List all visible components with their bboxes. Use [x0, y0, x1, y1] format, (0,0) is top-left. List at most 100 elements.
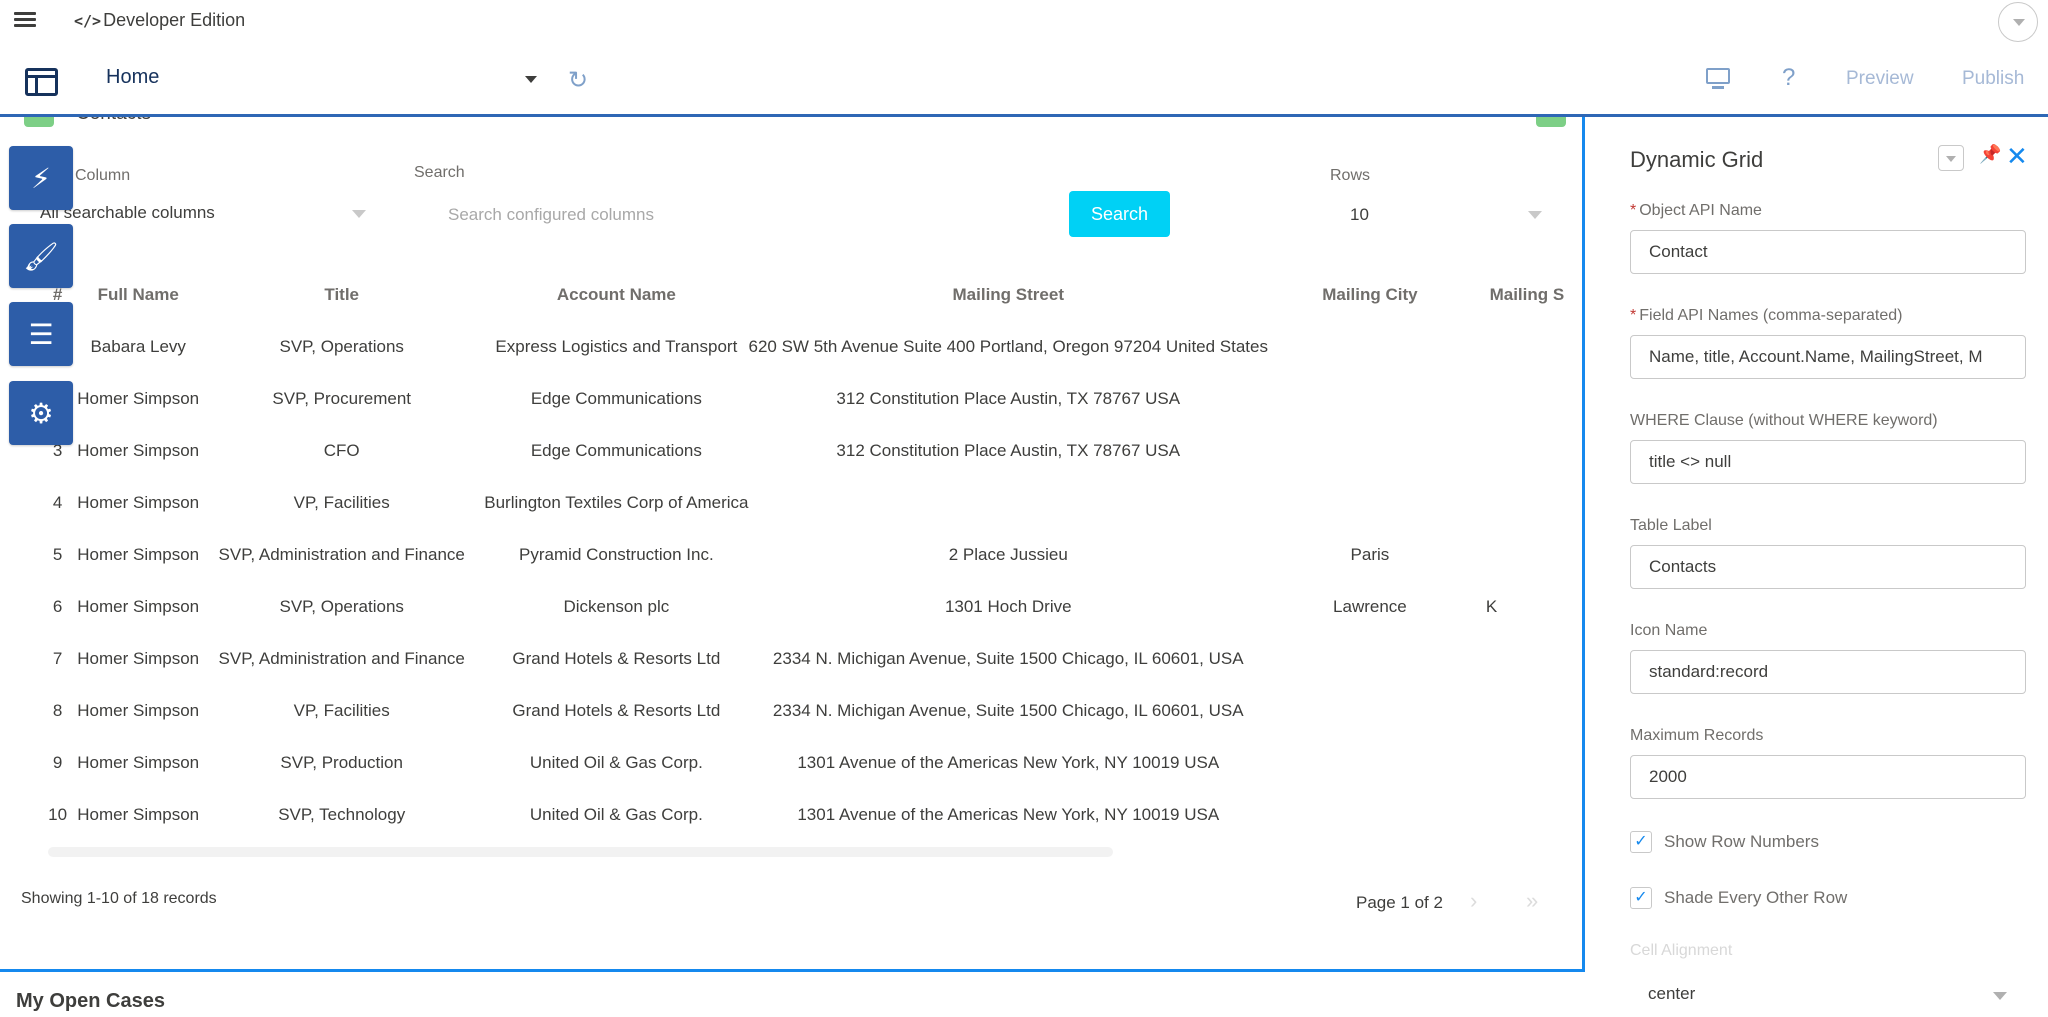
cell-mailing-street: 620 SW 5th Avenue Suite 400 Portland, Or…: [748, 337, 1269, 356]
header-mailing-state[interactable]: Mailing S: [1472, 269, 1582, 321]
cell-alignment-caret-icon[interactable]: [1993, 992, 2007, 1000]
help-icon[interactable]: ?: [1782, 64, 1795, 92]
cell-full-name: Homer Simpson: [77, 545, 200, 564]
icon-name-input[interactable]: standard:record: [1630, 650, 2026, 694]
cell-mailing-street: [749, 477, 1269, 529]
brand-label: Developer Edition: [103, 10, 246, 30]
header-account-name[interactable]: Account Name: [484, 269, 748, 321]
page-select-caret-icon[interactable]: [525, 76, 537, 83]
code-icon: </>: [74, 12, 102, 30]
cell-title: SVP, Administration and Finance: [218, 649, 465, 668]
icon-name-label: Icon Name: [1630, 622, 1708, 639]
properties-panel: Dynamic Grid 📌 ✕ * Object API Name Contac…: [1588, 117, 2048, 1017]
cell-mailing-street: 2334 N. Michigan Avenue, Suite 1500 Chic…: [772, 701, 1244, 720]
lightning-icon[interactable]: ⚡: [9, 146, 73, 210]
column-label: Column: [75, 167, 131, 184]
cell-mailing-street: 312 Constitution Place Austin, TX 78767 …: [836, 389, 1181, 408]
cell-mailing-city: [1268, 477, 1472, 529]
cell-mailing-state: [1472, 737, 1582, 789]
horizontal-scrollbar[interactable]: [48, 847, 1113, 857]
cell-alignment-select[interactable]: center: [1648, 984, 1695, 1004]
table-row[interactable]: 1Babara LevySVP, OperationsExpress Logis…: [38, 321, 1582, 373]
table-row[interactable]: 5 Homer Simpson SVP, Administration and Fi…: [38, 529, 1582, 581]
table-row[interactable]: 3 Homer Simpson CFO Edge Communications 312 …: [38, 425, 1582, 477]
builder-toolbar: Home ↻ ? Preview Publish: [0, 56, 2048, 114]
cell-title: VP, Facilities: [293, 701, 390, 720]
table-row[interactable]: 10 Homer Simpson SVP, Technology United Oil…: [38, 789, 1582, 841]
cell-mailing-street: 1301 Avenue of the Americas New York, NY…: [797, 753, 1220, 772]
cell-full-name: Homer Simpson: [77, 441, 200, 460]
rows-caret-icon[interactable]: [1528, 211, 1542, 219]
table-row[interactable]: 7 Homer Simpson SVP, Administration and Fi…: [38, 633, 1582, 685]
last-page-button[interactable]: »: [1526, 888, 1538, 914]
next-page-button[interactable]: ›: [1470, 888, 1477, 914]
rows-select[interactable]: 10: [1350, 205, 1369, 225]
where-clause-input[interactable]: title <> null: [1630, 440, 2026, 484]
app-brand: </> Developer Edition: [74, 10, 245, 31]
cell-row-number: 4: [52, 493, 63, 512]
shade-rows-checkbox[interactable]: ✓: [1630, 887, 1652, 909]
component-badge-icon: [1536, 117, 1566, 127]
records-summary: Showing 1-10 of 18 records: [21, 890, 217, 907]
object-api-name-input[interactable]: Contact: [1630, 230, 2026, 274]
selected-component-canvas[interactable]: Contacts Column All searchable columns S…: [0, 117, 1585, 972]
menu-icon[interactable]: [14, 9, 36, 31]
list-icon[interactable]: ☰: [9, 302, 73, 366]
shade-rows-label: Shade Every Other Row: [1664, 888, 1848, 907]
cell-account-name: Burlington Textiles Corp of America: [484, 493, 749, 512]
field-api-names-input[interactable]: Name, title, Account.Name, MailingStreet…: [1630, 335, 2026, 379]
properties-menu-icon[interactable]: [1938, 145, 1964, 171]
table-row[interactable]: 8 Homer Simpson VP, Facilities Grand Hotels…: [38, 685, 1582, 737]
cell-mailing-state: [1472, 373, 1582, 425]
cell-full-name: Homer Simpson: [77, 389, 200, 408]
preview-button[interactable]: Preview: [1846, 68, 1914, 90]
header-full-name[interactable]: Full Name: [77, 269, 199, 321]
brush-icon[interactable]: 🖌: [9, 224, 73, 288]
cell-mailing-street: 2 Place Jussieu: [948, 545, 1068, 564]
cell-mailing-state: [1472, 633, 1582, 685]
cell-title: SVP, Operations: [279, 337, 404, 356]
cell-title: SVP, Procurement: [272, 389, 411, 408]
cell-account-name: Grand Hotels & Resorts Ltd: [512, 649, 721, 668]
contacts-table: # Full Name Title Account Name Mailing S…: [38, 269, 1582, 841]
refresh-icon[interactable]: ↻: [568, 66, 588, 95]
table-row[interactable]: 6 Homer Simpson SVP, Operations Dickenson p…: [38, 581, 1582, 633]
column-caret-icon[interactable]: [352, 210, 366, 218]
cell-account-name: Edge Communications: [530, 441, 702, 460]
table-row[interactable]: 4 Homer Simpson VP, Facilities Burlington T…: [38, 477, 1582, 529]
cell-mailing-city: [1268, 789, 1472, 841]
cell-row-number: 8: [52, 701, 63, 720]
cell-full-name: Homer Simpson: [77, 805, 200, 824]
close-icon[interactable]: ✕: [2006, 141, 2028, 172]
show-row-numbers-label: Show Row Numbers: [1664, 832, 1819, 851]
publish-button[interactable]: Publish: [1962, 68, 2024, 90]
search-button[interactable]: Search: [1069, 191, 1170, 237]
cell-title: SVP, Production: [280, 753, 403, 772]
cell-mailing-street: 312 Constitution Place Austin, TX 78767 …: [836, 441, 1181, 460]
table-row[interactable]: 2Homer SimpsonSVP, ProcurementEdge Commu…: [38, 373, 1582, 425]
component-icon: [24, 117, 54, 127]
header-mailing-city[interactable]: Mailing City: [1268, 269, 1472, 321]
cell-account-name: Pyramid Construction Inc.: [519, 545, 714, 564]
maximum-records-input[interactable]: 2000: [1630, 755, 2026, 799]
header-mailing-street[interactable]: Mailing Street: [749, 269, 1269, 321]
search-input[interactable]: [448, 197, 1048, 233]
page-select[interactable]: Home: [106, 66, 159, 89]
cell-account-name: United Oil & Gas Corp.: [529, 753, 703, 772]
cell-row-number: 9: [52, 753, 63, 772]
table-label-input[interactable]: Contacts: [1630, 545, 2026, 589]
app-builder: </> Developer Edition Home ↻ ? Preview Pu…: [0, 0, 2048, 1017]
show-row-numbers-checkbox[interactable]: ✓: [1630, 831, 1652, 853]
pin-icon[interactable]: 📌: [1979, 144, 2001, 165]
desktop-icon[interactable]: [1706, 68, 1730, 90]
cell-row-number: 7: [52, 649, 63, 668]
cell-mailing-city: [1268, 633, 1472, 685]
table-row[interactable]: 9 Homer Simpson SVP, Production United Oil …: [38, 737, 1582, 789]
cell-title: SVP, Administration and Finance: [218, 545, 465, 564]
cell-mailing-street: 1301 Avenue of the Americas New York, NY…: [797, 805, 1220, 824]
user-menu-icon[interactable]: [1998, 2, 2038, 42]
gear-icon[interactable]: ⚙: [9, 381, 73, 445]
header-title[interactable]: Title: [199, 269, 484, 321]
page-info: Page 1 of 2: [1356, 893, 1443, 912]
cell-mailing-street: 2334 N. Michigan Avenue, Suite 1500 Chic…: [772, 649, 1244, 668]
